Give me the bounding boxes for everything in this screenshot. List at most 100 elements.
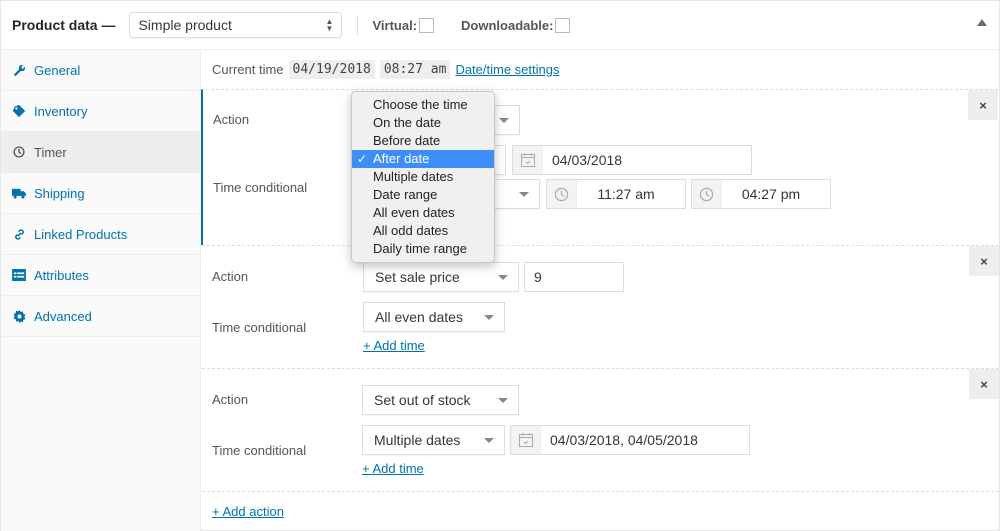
chevron-down-icon <box>499 118 509 123</box>
downloadable-checkbox[interactable] <box>555 17 571 33</box>
chevron-down-icon <box>519 192 529 197</box>
time-conditional-label: Time conditional <box>212 320 307 335</box>
wrench-icon <box>12 63 26 77</box>
add-time-link[interactable]: + Add time <box>363 338 425 353</box>
time-from-input[interactable]: 11:27 am <box>546 179 686 209</box>
time-conditional-label: Time conditional <box>212 443 307 458</box>
tab-label: Linked Products <box>34 226 128 242</box>
downloadable-label: Downloadable: <box>461 17 554 33</box>
time-select-value: Multiple dates <box>374 432 461 448</box>
time-from-value: 11:27 am <box>597 186 655 202</box>
dropdown-option[interactable]: Date range <box>352 186 494 204</box>
virtual-label: Virtual: <box>372 17 418 33</box>
product-data-panel: Product data — Simple product ▲ ▼ Virtual… <box>0 0 1000 531</box>
current-time-value: 08:27 am <box>379 60 451 79</box>
product-type-value: Simple product <box>138 17 232 33</box>
tab-shipping[interactable]: Shipping <box>1 173 200 214</box>
add-time-link[interactable]: + Add time <box>362 461 424 476</box>
tab-advanced[interactable]: Advanced <box>1 296 200 337</box>
updown-arrows-icon: ▲ ▼ <box>325 17 334 33</box>
close-icon: × <box>979 97 987 113</box>
virtual-checkbox[interactable] <box>419 17 435 33</box>
timer-panel: Current time 04/19/2018 08:27 am Date/ti… <box>201 50 999 531</box>
remove-action-button[interactable]: × <box>968 90 998 120</box>
product-data-tabs: General Inventory Timer Shipping Linked … <box>1 50 201 531</box>
product-type-select[interactable]: Simple product ▲ ▼ <box>129 12 343 38</box>
price-value: 9 <box>534 269 542 285</box>
dropdown-option[interactable]: All odd dates <box>352 222 494 240</box>
gear-icon <box>12 309 26 323</box>
tab-general[interactable]: General <box>1 50 200 91</box>
panel-title: Product data — <box>12 17 116 33</box>
dropdown-option[interactable]: On the date <box>352 114 494 132</box>
link-icon <box>12 227 26 241</box>
time-conditional-label: Time conditional <box>213 180 308 195</box>
action-label: Action <box>213 112 250 127</box>
action-select[interactable]: Set sale price <box>363 262 519 292</box>
triangle-up-icon[interactable] <box>977 19 987 26</box>
dropdown-option[interactable]: Daily time range <box>352 240 494 258</box>
chevron-down-icon <box>498 398 508 403</box>
tab-label: Advanced <box>34 308 92 324</box>
close-icon: × <box>980 253 988 269</box>
action-select[interactable]: Set out of stock <box>362 385 519 415</box>
action-select-value: Set out of stock <box>374 392 471 408</box>
calendar-icon <box>511 426 541 454</box>
action-block: Action Time conditional 04/03/2018 Daily… <box>201 89 998 245</box>
action-block: Action Time conditional Set sale price 9… <box>202 245 999 368</box>
date-input[interactable]: 04/03/2018 <box>512 145 752 175</box>
dropdown-option-selected[interactable]: ✓ After date <box>352 150 494 168</box>
time-to-input[interactable]: 04:27 pm <box>691 179 831 209</box>
current-time-label: Current time <box>212 62 284 77</box>
action-block: Action Time conditional Set out of stock… <box>202 368 999 491</box>
downloadable-option: Downloadable: <box>461 17 571 33</box>
dropdown-option[interactable]: Multiple dates <box>352 168 494 186</box>
date-value: 04/03/2018 <box>552 152 623 168</box>
remove-action-button[interactable]: × <box>969 246 999 276</box>
divider <box>202 491 999 492</box>
tab-label: General <box>34 62 81 78</box>
tab-attributes[interactable]: Attributes <box>1 255 200 296</box>
dates-input[interactable]: 04/03/2018, 04/05/2018 <box>510 425 750 455</box>
virtual-option: Virtual: <box>372 17 435 33</box>
chevron-down-icon <box>498 275 508 280</box>
current-date-value: 04/19/2018 <box>288 60 375 79</box>
list-card-icon <box>12 268 26 282</box>
tab-label: Attributes <box>34 267 89 283</box>
tab-timer[interactable]: Timer <box>1 132 200 173</box>
date-time-settings-link[interactable]: Date/time settings <box>455 62 559 77</box>
action-select-value: Set sale price <box>375 269 460 285</box>
close-icon: × <box>980 376 988 392</box>
dropdown-option[interactable]: All even dates <box>352 204 494 222</box>
clock-icon <box>547 180 577 208</box>
panel-header: Product data — Simple product ▲ ▼ Virtual… <box>1 1 999 50</box>
chevron-down-icon <box>484 438 494 443</box>
remove-action-button[interactable]: × <box>969 369 999 399</box>
clock-icon <box>692 180 722 208</box>
time-conditional-select[interactable]: All even dates <box>363 302 505 332</box>
dates-value: 04/03/2018, 04/05/2018 <box>550 432 698 448</box>
tag-icon <box>12 104 26 118</box>
header-divider <box>357 16 359 34</box>
action-label: Action <box>212 392 249 407</box>
checkmark-icon: ✓ <box>357 152 368 166</box>
time-conditional-select[interactable]: Multiple dates <box>362 425 505 455</box>
clock-icon <box>12 145 26 159</box>
dropdown-option[interactable]: Before date <box>352 132 494 150</box>
tab-label: Timer <box>34 144 67 160</box>
dropdown-option[interactable]: Choose the time <box>352 96 494 114</box>
action-label: Action <box>212 269 249 284</box>
add-action-link[interactable]: + Add action <box>212 504 284 519</box>
tab-linked-products[interactable]: Linked Products <box>1 214 200 255</box>
price-input[interactable]: 9 <box>524 262 624 292</box>
tab-label: Inventory <box>34 103 88 119</box>
calendar-icon <box>513 146 543 174</box>
time-to-value: 04:27 pm <box>741 186 801 202</box>
time-conditional-dropdown: Choose the time On the date Before date … <box>351 91 495 263</box>
time-select-value: All even dates <box>375 309 463 325</box>
truck-icon <box>12 186 26 200</box>
tab-inventory[interactable]: Inventory <box>1 91 200 132</box>
tab-label: Shipping <box>34 185 85 201</box>
current-time-row: Current time 04/19/2018 08:27 am Date/ti… <box>212 60 559 79</box>
chevron-down-icon <box>484 315 494 320</box>
